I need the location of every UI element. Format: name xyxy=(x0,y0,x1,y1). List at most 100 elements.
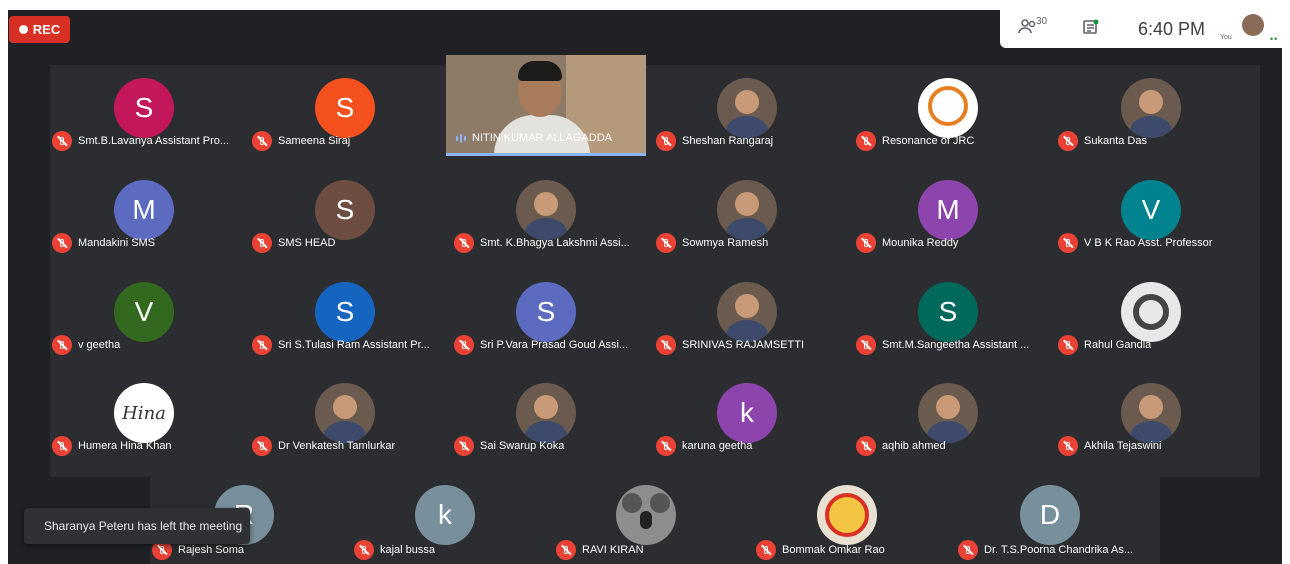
participant-name: v geetha xyxy=(78,339,121,351)
chat-icon[interactable] xyxy=(1082,19,1100,42)
mic-off-icon xyxy=(252,233,272,253)
participant-name: Humera Hina Khan xyxy=(78,440,172,452)
participant-name: Dr Venkatesh Tamlurkar xyxy=(278,440,396,452)
participant-label: aqhib ahmed xyxy=(856,436,946,456)
avatar: k xyxy=(415,485,475,545)
mic-off-icon xyxy=(556,540,576,560)
avatar: V xyxy=(1121,180,1181,240)
avatar-initial: V xyxy=(134,296,154,327)
avatar xyxy=(717,180,777,240)
avatar: S xyxy=(315,282,375,342)
mic-off-icon xyxy=(454,436,474,456)
self-avatar[interactable] xyxy=(1242,14,1264,36)
participant-name: kajal bussa xyxy=(380,544,436,556)
avatar: V xyxy=(114,282,174,342)
participant-name: Rahul Gandla xyxy=(1084,339,1152,351)
people-icon[interactable] xyxy=(1018,19,1038,40)
participant-name: RAVI KIRAN xyxy=(582,544,644,556)
speaking-bar xyxy=(446,153,646,156)
participant-name: Bommak Omkar Rao xyxy=(782,544,885,556)
participant-label: Sri P.Vara Prasad Goud Assi... xyxy=(454,335,628,355)
mic-off-icon xyxy=(656,233,676,253)
avatar xyxy=(516,180,576,240)
avatar: S xyxy=(315,180,375,240)
avatar xyxy=(1121,282,1181,342)
participant-name: Resonance of JRC xyxy=(882,135,975,147)
participant-label: kajal bussa xyxy=(354,540,435,560)
participant-grid xyxy=(50,65,1260,477)
participant-label: Sukanta Das xyxy=(1058,131,1147,151)
participant-name: SMS HEAD xyxy=(278,237,336,249)
mic-off-icon xyxy=(856,335,876,355)
participant-name: Dr. T.S.Poorna Chandrika As... xyxy=(984,544,1133,556)
participant-label: Sameena Siraj xyxy=(252,131,350,151)
active-speaker-video[interactable]: NITIN KUMAR ALLAGADDA xyxy=(446,55,646,156)
avatar: M xyxy=(114,180,174,240)
avatar: S xyxy=(918,282,978,342)
mic-off-icon xyxy=(252,335,272,355)
participant-label: Humera Hina Khan xyxy=(52,436,172,456)
participant-name: Akhila Tejaswini xyxy=(1084,440,1162,452)
participant-name: Smt. K.Bhagya Lakshmi Assi... xyxy=(480,237,630,249)
participant-label: Rahul Gandla xyxy=(1058,335,1151,355)
participant-label: karuna geetha xyxy=(656,436,752,456)
participant-label: Sowmya Ramesh xyxy=(656,233,768,253)
avatar-signature: Hina xyxy=(122,402,166,424)
participant-name: Rajesh Soma xyxy=(178,544,245,556)
mic-off-icon xyxy=(252,131,272,151)
avatar xyxy=(616,485,676,545)
participant-name: Sai Swarup Koka xyxy=(480,440,565,452)
avatar xyxy=(717,282,777,342)
mic-off-icon xyxy=(656,131,676,151)
avatar-initial: S xyxy=(335,92,355,123)
avatar-initial: D xyxy=(1039,499,1061,530)
meeting-topbar: 30 6:40 PM You •• xyxy=(1000,10,1282,48)
mic-off-icon xyxy=(52,335,72,355)
avatar xyxy=(918,78,978,138)
avatar: M xyxy=(918,180,978,240)
participant-name: V B K Rao Asst. Professor xyxy=(1084,237,1213,249)
participant-label: V B K Rao Asst. Professor xyxy=(1058,233,1212,253)
participant-label: v geetha xyxy=(52,335,120,355)
mic-off-icon xyxy=(354,540,374,560)
participant-label: Smt.B.Lavanya Assistant Pro... xyxy=(52,131,229,151)
participant-label: RAVI KIRAN xyxy=(556,540,644,560)
mic-off-icon xyxy=(856,233,876,253)
participant-label: Resonance of JRC xyxy=(856,131,974,151)
avatar xyxy=(1121,78,1181,138)
avatar-initial: k xyxy=(740,397,754,428)
record-icon xyxy=(18,25,28,34)
participant-label: Smt. K.Bhagya Lakshmi Assi... xyxy=(454,233,630,253)
notification-toast: Sharanya Peteru has left the meeting xyxy=(24,508,250,544)
mic-off-icon xyxy=(1058,436,1078,456)
mic-off-icon xyxy=(1058,131,1078,151)
avatar-initial: k xyxy=(438,499,452,530)
self-label: You xyxy=(1220,34,1232,41)
mic-off-icon xyxy=(252,436,272,456)
participant-label: Mandakini SMS xyxy=(52,233,155,253)
recording-label: REC xyxy=(32,22,61,37)
participant-label: Sai Swarup Koka xyxy=(454,436,564,456)
avatar-initial: M xyxy=(936,194,960,225)
avatar xyxy=(717,78,777,138)
avatar xyxy=(918,383,978,443)
mic-off-icon xyxy=(1058,233,1078,253)
mic-off-icon xyxy=(52,436,72,456)
mic-off-icon xyxy=(656,436,676,456)
participant-name: Sameena Siraj xyxy=(278,135,351,147)
speaker-label: NITIN KUMAR ALLAGADDA xyxy=(456,132,612,144)
avatar xyxy=(817,485,877,545)
mic-off-icon xyxy=(856,436,876,456)
participant-name: aqhib ahmed xyxy=(882,440,946,452)
speaker-name: NITIN KUMAR ALLAGADDA xyxy=(472,132,612,144)
avatar-initial: S xyxy=(335,296,355,327)
avatar-initial: S xyxy=(134,92,154,123)
participant-label: Mounika Reddy xyxy=(856,233,958,253)
mic-off-icon xyxy=(454,233,474,253)
participant-name: SRINIVAS RAJAMSETTI xyxy=(682,339,805,351)
participant-name: Smt.B.Lavanya Assistant Pro... xyxy=(78,135,230,147)
avatar: S xyxy=(516,282,576,342)
participant-label: Dr Venkatesh Tamlurkar xyxy=(252,436,395,456)
mic-off-icon xyxy=(656,335,676,355)
mic-off-icon xyxy=(52,233,72,253)
